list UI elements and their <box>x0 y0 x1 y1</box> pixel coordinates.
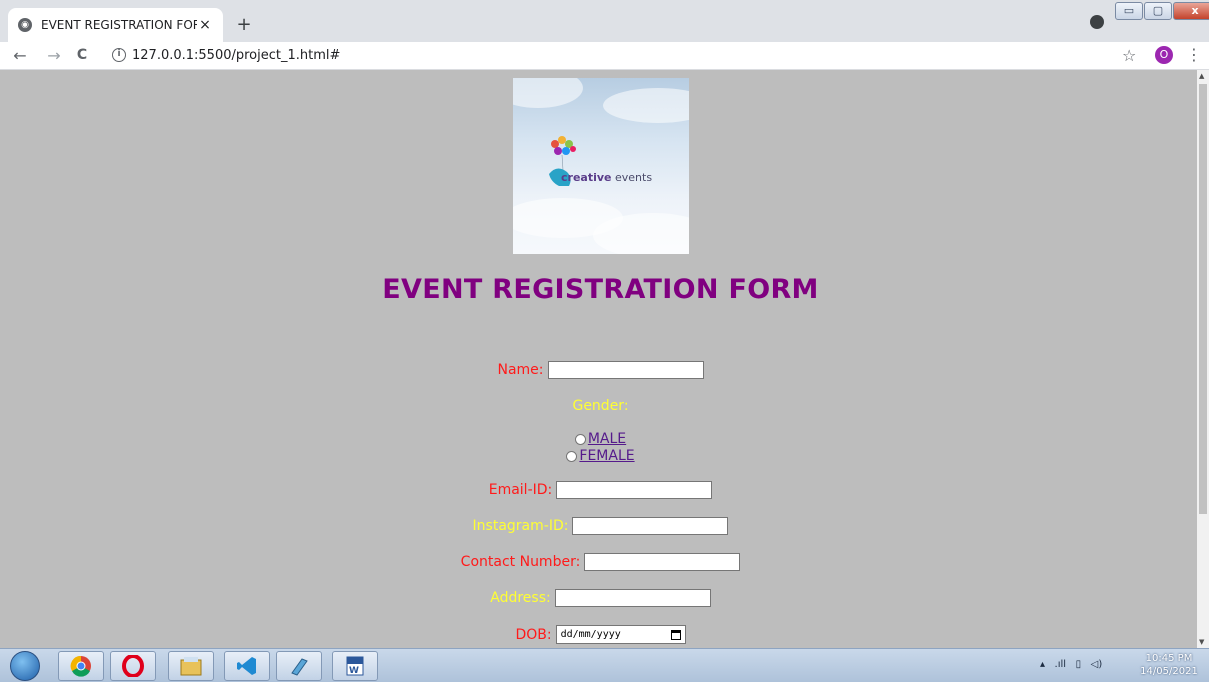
name-input[interactable] <box>547 361 704 379</box>
dob-row: DOB: dd/mm/yyyy <box>0 625 1197 644</box>
tab-title: EVENT REGISTRATION FORM <box>41 18 197 32</box>
bookmark-star-icon[interactable]: ☆ <box>1122 46 1136 65</box>
contact-label: Contact Number: <box>460 554 581 570</box>
globe-icon: ◉ <box>18 18 32 32</box>
svg-text:W: W <box>349 666 359 676</box>
opera-icon[interactable] <box>110 651 156 681</box>
browser-tab-strip: ◉ EVENT REGISTRATION FORM × + ▭ ▢ x <box>0 0 1209 42</box>
dob-input[interactable]: dd/mm/yyyy <box>555 625 686 644</box>
instagram-label: Instagram-ID: <box>472 518 569 534</box>
instagram-row: Instagram-ID: <box>0 517 1197 535</box>
contact-row: Contact Number: <box>0 553 1197 571</box>
address-label: Address: <box>490 590 551 606</box>
word-icon[interactable]: W <box>332 651 378 681</box>
scroll-up-icon[interactable]: ▲ <box>1199 72 1204 80</box>
dob-placeholder: dd/mm/yyyy <box>560 629 621 640</box>
profile-avatar[interactable]: O <box>1155 46 1173 64</box>
clock-time: 10:45 PM <box>1145 653 1193 664</box>
email-label: Email-ID: <box>488 482 553 498</box>
scroll-down-icon[interactable]: ▼ <box>1199 638 1204 646</box>
start-button[interactable] <box>10 651 40 681</box>
gender-label: Gender: <box>572 398 629 414</box>
contact-input[interactable] <box>584 553 741 571</box>
minimize-button[interactable]: ▭ <box>1115 2 1143 20</box>
male-link[interactable]: MALE <box>588 431 626 447</box>
back-button[interactable]: ← <box>10 46 30 65</box>
male-radio[interactable] <box>574 433 586 445</box>
address-bar[interactable]: 127.0.0.1:5500/project_1.html# <box>132 48 340 63</box>
browser-menu-icon[interactable]: ⋮ <box>1186 45 1202 64</box>
address-row: Address: <box>0 589 1197 607</box>
new-tab-button[interactable]: + <box>232 14 256 38</box>
file-explorer-icon[interactable] <box>168 651 214 681</box>
female-radio[interactable] <box>566 450 578 462</box>
browser-tab[interactable]: ◉ EVENT REGISTRATION FORM × <box>8 8 223 42</box>
clock-date: 14/05/2021 <box>1140 666 1198 677</box>
female-link[interactable]: FEMALE <box>579 448 634 464</box>
reload-button[interactable]: C <box>72 47 92 63</box>
instagram-input[interactable] <box>572 517 729 535</box>
windows-taskbar: W ▴ .ıll ▯ ◁) 10:45 PM 14/05/2021 <box>0 648 1209 682</box>
tab-close-button[interactable]: × <box>197 17 213 33</box>
window-controls: ▭ ▢ x <box>1114 2 1209 20</box>
email-input[interactable] <box>556 481 713 499</box>
email-row: Email-ID: <box>0 481 1197 499</box>
calendar-icon[interactable] <box>670 629 681 640</box>
system-tray-icons[interactable]: ▴ .ıll ▯ ◁) <box>1040 659 1102 670</box>
dob-label: DOB: <box>515 626 552 643</box>
scrollbar-thumb[interactable] <box>1199 84 1207 514</box>
logo-text: creative events <box>561 171 653 184</box>
name-row: Name: <box>0 361 1197 379</box>
balloon-elephant-icon <box>549 136 576 186</box>
browser-toolbar: ← → C i 127.0.0.1:5500/project_1.html# ☆… <box>0 42 1209 70</box>
page-title: EVENT REGISTRATION FORM <box>382 274 819 305</box>
restore-button[interactable]: ▢ <box>1144 2 1172 20</box>
gender-option-male[interactable]: MALE <box>0 431 1197 447</box>
page-viewport: creative events EVENT REGISTRATION FORM … <box>0 70 1197 648</box>
forward-button[interactable]: → <box>44 46 64 65</box>
site-info-icon[interactable]: i <box>112 48 126 62</box>
notepad-icon[interactable] <box>276 651 322 681</box>
chrome-icon[interactable] <box>58 651 104 681</box>
tab-search-icon[interactable] <box>1090 15 1104 29</box>
name-label: Name: <box>497 362 544 378</box>
vscode-icon[interactable] <box>224 651 270 681</box>
gender-option-female[interactable]: FEMALE <box>0 448 1197 464</box>
taskbar-clock[interactable]: 10:45 PM 14/05/2021 <box>1138 652 1200 678</box>
address-input[interactable] <box>554 589 711 607</box>
close-window-button[interactable]: x <box>1173 2 1209 20</box>
creative-events-logo: creative events <box>513 78 689 254</box>
page-scrollbar[interactable]: ▲ ▼ <box>1197 70 1209 648</box>
